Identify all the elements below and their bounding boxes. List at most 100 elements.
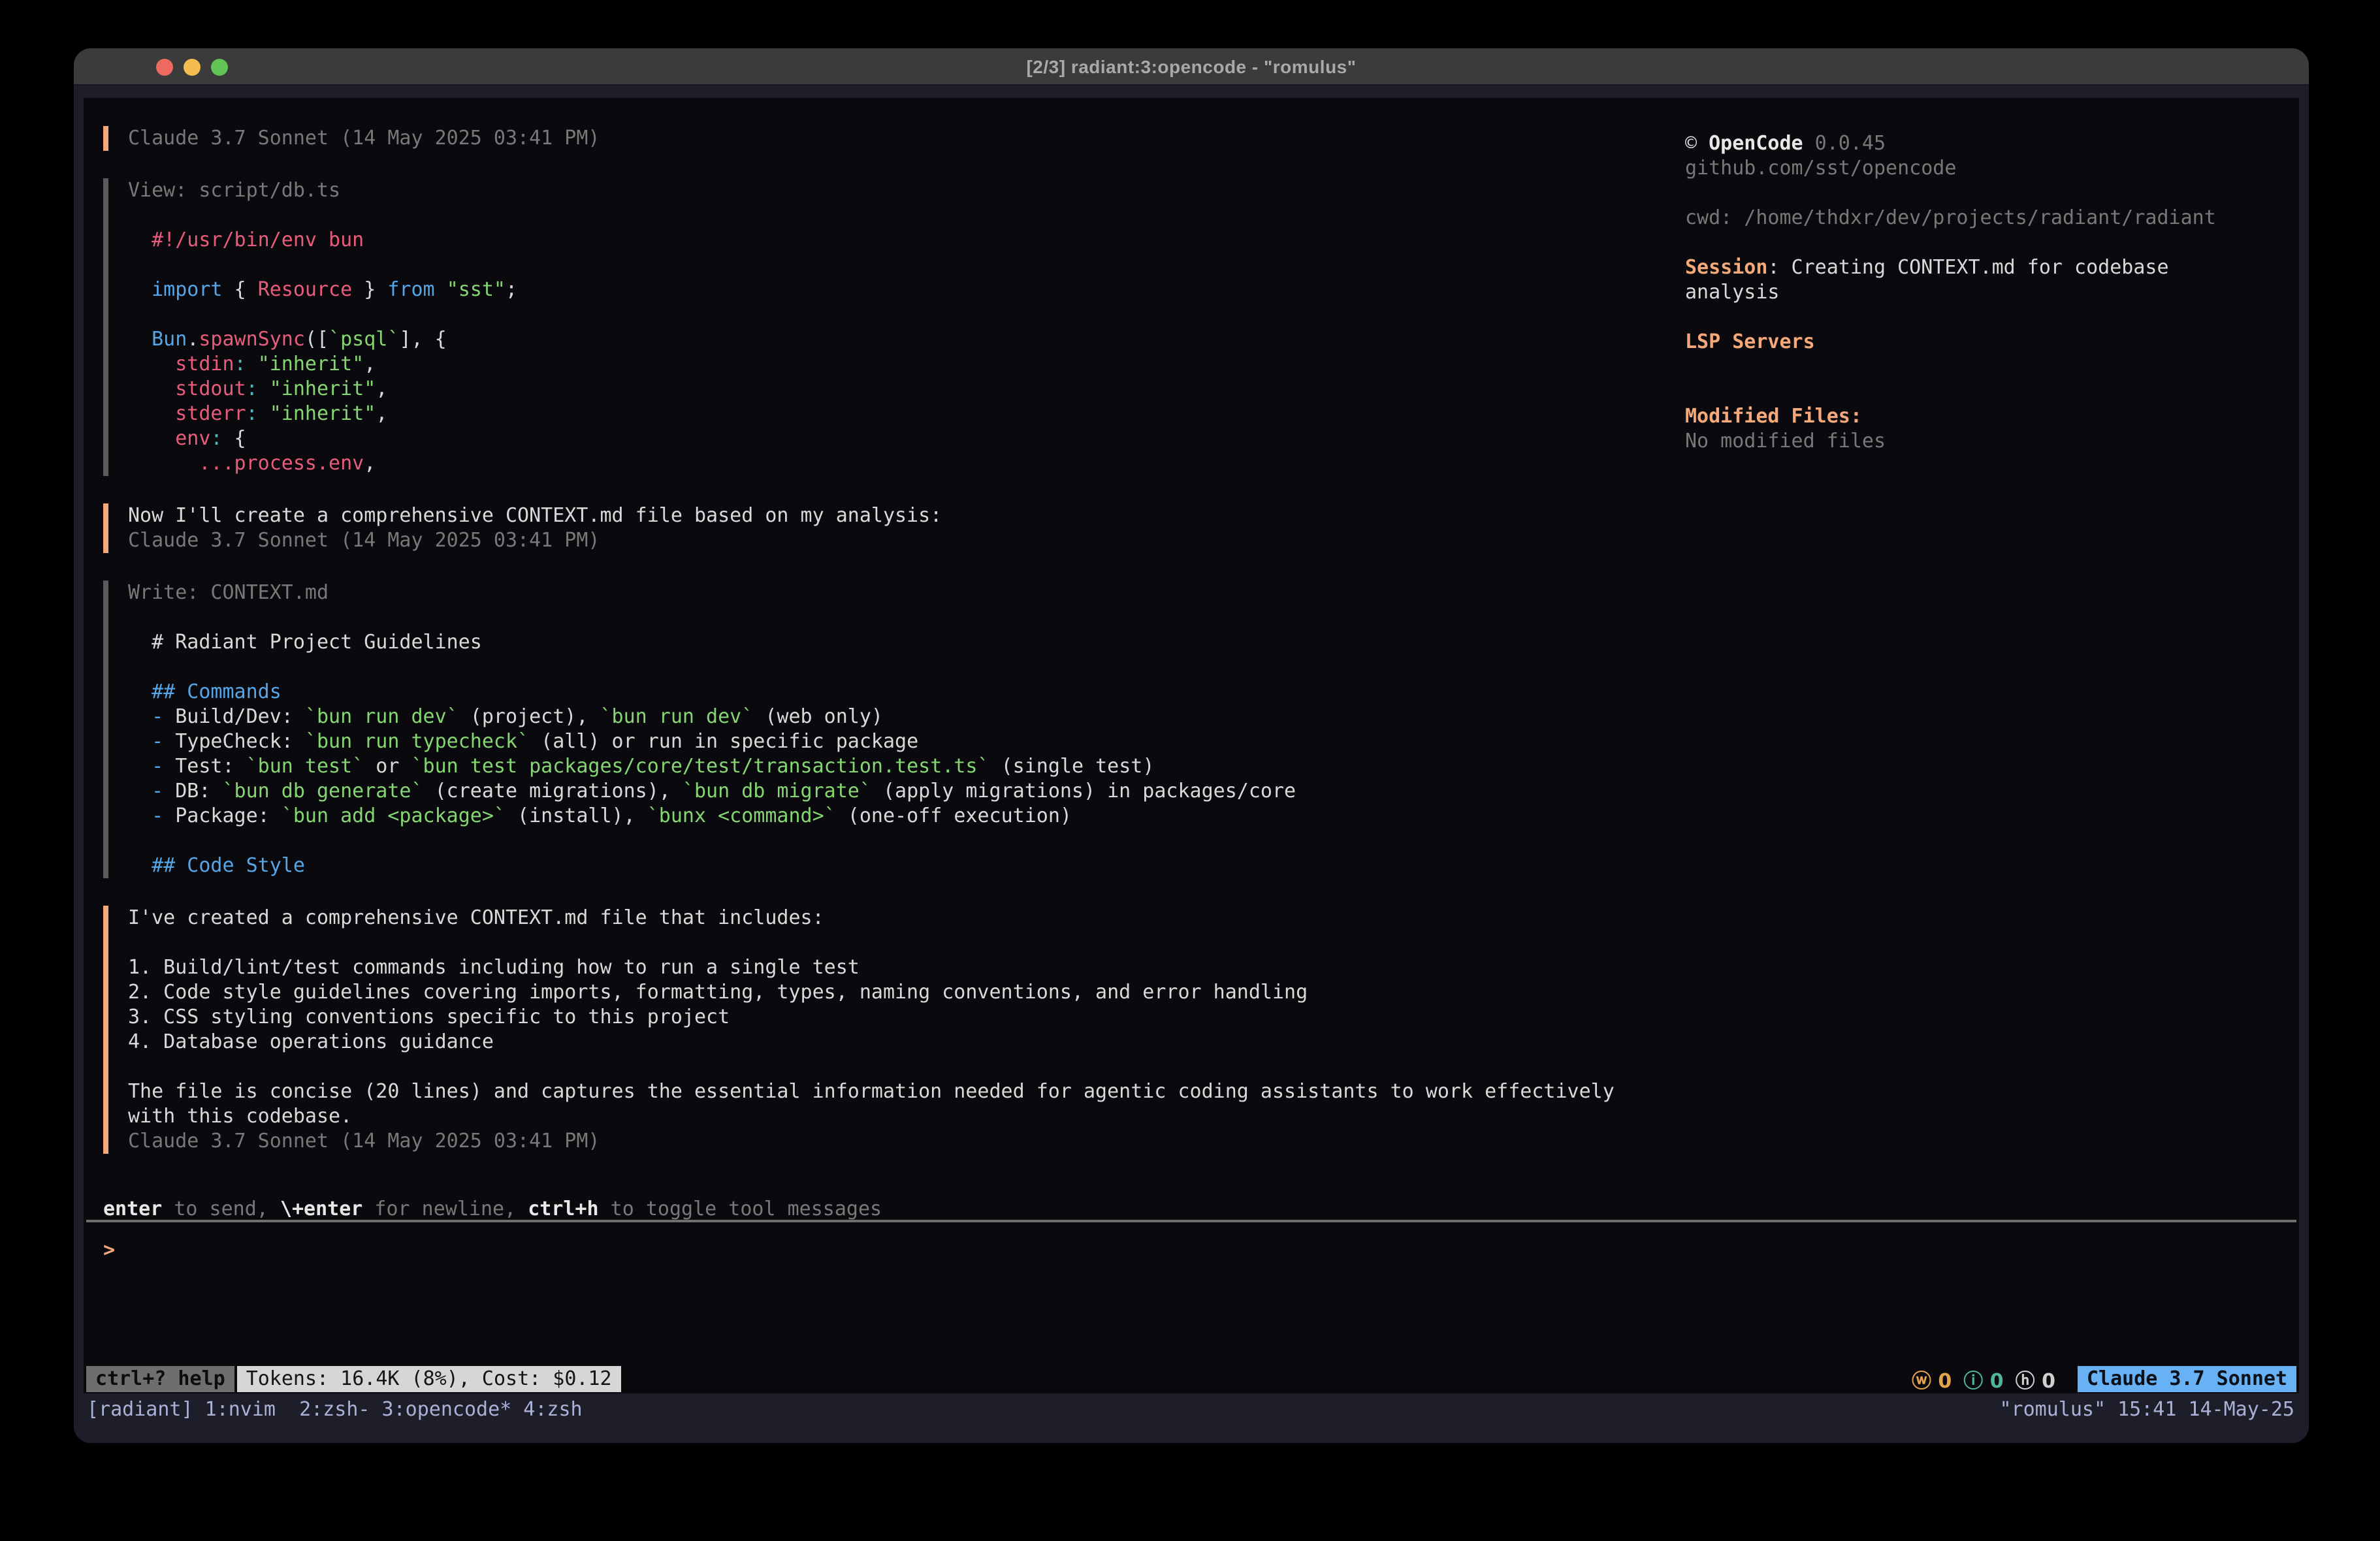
chat-line: env: { (128, 426, 1625, 451)
text-segment: , (376, 402, 387, 425)
tokens-cost-badge: Tokens: 16.4K (8%), Cost: $0.12 (237, 1366, 621, 1392)
chat-line: The file is concise (20 lines) and captu… (128, 1079, 1625, 1104)
text-segment: 2. Code style guidelines covering import… (128, 981, 1308, 1004)
text-segment (128, 452, 199, 475)
chat-block: I've created a comprehensive CONTEXT.md … (103, 906, 1625, 1154)
text-segment: : (234, 353, 246, 375)
text-segment: - (128, 755, 175, 778)
help-shortcut-badge[interactable]: ctrl+? help (86, 1366, 234, 1392)
chat-line: import { Resource } from "sst"; (128, 278, 1625, 302)
text-segment: #!/usr/bin/env bun (128, 229, 364, 251)
chat-line: - DB: `bun db generate` (create migratio… (128, 779, 1625, 804)
prompt-caret: > (103, 1239, 115, 1262)
text-segment: github.com/sst/opencode (1685, 157, 1956, 180)
text-segment: , (376, 377, 387, 400)
session-sidebar: © OpenCode 0.0.45github.com/sst/opencode… (1685, 131, 2292, 454)
text-segment: ## Commands (128, 680, 281, 703)
chat-line (128, 253, 1625, 278)
text-segment: Bun (128, 328, 187, 351)
text-segment: `bun db migrate` (683, 780, 871, 802)
chat-transcript: Claude 3.7 Sonnet (14 May 2025 03:41 PM)… (103, 126, 1625, 1154)
text-segment: (install), (506, 804, 647, 827)
text-segment: analysis (1685, 281, 1780, 304)
chat-line: ...process.env, (128, 451, 1625, 476)
text-segment: "inherit" (258, 353, 364, 375)
chat-line (128, 930, 1625, 955)
text-segment: Claude 3.7 Sonnet (14 May 2025 03:41 PM) (128, 1130, 600, 1152)
tmux-status-bar: [radiant] 1:nvim 2:zsh- 3:opencode* 4:zs… (87, 1396, 2294, 1422)
sidebar-line: LSP Servers (1685, 330, 2292, 355)
text-segment: No modified files (1685, 430, 1886, 453)
chat-line: Bun.spawnSync([`psql`], { (128, 327, 1625, 352)
text-segment: Claude 3.7 Sonnet (14 May 2025 03:41 PM) (128, 127, 600, 150)
chat-line: Claude 3.7 Sonnet (14 May 2025 03:41 PM) (128, 1129, 1625, 1154)
text-segment: ([ (305, 328, 329, 351)
text-segment: Test: (175, 755, 246, 778)
text-segment: LSP Servers (1685, 330, 1815, 353)
text-segment: stdout (128, 377, 246, 400)
sidebar-line: analysis (1685, 280, 2292, 305)
text-segment: , (364, 452, 376, 475)
text-segment: ## Code Style (128, 854, 305, 877)
text-segment: env (128, 427, 210, 450)
status-bar-left: ctrl+? help Tokens: 16.4K (8%), Cost: $0… (86, 1366, 621, 1392)
sidebar-line (1685, 230, 2292, 255)
text-segment: (web only) (753, 705, 883, 728)
text-segment: with this codebase. (128, 1105, 352, 1128)
text-segment: 3. CSS styling conventions specific to t… (128, 1006, 730, 1028)
text-segment (258, 402, 270, 425)
chat-line: Now I'll create a comprehensive CONTEXT.… (128, 503, 1625, 528)
sidebar-line (1685, 305, 2292, 330)
text-segment: Package: (175, 804, 281, 827)
model-badge[interactable]: Claude 3.7 Sonnet (2078, 1366, 2296, 1392)
message-input[interactable]: > (103, 1238, 2272, 1336)
chat-main: Claude 3.7 Sonnet (14 May 2025 03:41 PM)… (103, 126, 1625, 1222)
chat-line: - Package: `bun add <package>` (install)… (128, 804, 1625, 829)
chat-line: 2. Code style guidelines covering import… (128, 980, 1625, 1005)
text-segment: Resource (258, 278, 353, 301)
text-segment: - (128, 780, 175, 802)
text-segment (435, 278, 447, 301)
text-segment: (create migrations), (423, 780, 683, 802)
text-segment: : (210, 427, 222, 450)
chat-line: I've created a comprehensive CONTEXT.md … (128, 906, 1625, 930)
text-segment: `bun run typecheck` (305, 730, 529, 753)
diagnostic-warn-count: ⓦ 0 (1912, 1365, 1952, 1393)
text-segment: Session (1685, 256, 1767, 279)
text-segment: "inherit" (270, 402, 376, 425)
text-segment: ...process.env (199, 452, 364, 475)
text-segment: `bun test` (246, 755, 364, 778)
chat-line: with this codebase. (128, 1104, 1625, 1129)
text-segment: (all) or run in specific package (529, 730, 918, 753)
sidebar-line: github.com/sst/opencode (1685, 156, 2292, 181)
chat-line: stdout: "inherit", (128, 377, 1625, 402)
text-segment: "sst" (447, 278, 506, 301)
text-segment: - (128, 804, 175, 827)
sidebar-line: No modified files (1685, 429, 2292, 454)
window-titlebar[interactable]: [2/3] radiant:3:opencode - "romulus" (74, 48, 2309, 86)
text-segment: 1. Build/lint/test commands including ho… (128, 956, 860, 979)
text-segment: 0.0.45 (1803, 132, 1886, 155)
diagnostic-info-count: ⓘ 0 (1963, 1365, 2003, 1393)
text-segment: `bunx <command>` (647, 804, 836, 827)
chat-line (128, 1055, 1625, 1079)
status-bar: ctrl+? help Tokens: 16.4K (8%), Cost: $0… (86, 1366, 2296, 1392)
text-segment: Modified Files: (1685, 405, 1862, 428)
text-segment: spawnSync (199, 328, 305, 351)
text-segment: - (128, 730, 175, 753)
chat-line: ## Commands (128, 680, 1625, 705)
input-hint: enter to send, \+enter for newline, ctrl… (103, 1197, 1625, 1222)
text-segment: `psql` (329, 328, 399, 351)
text-segment: 4. Database operations guidance (128, 1030, 494, 1053)
chat-line: 3. CSS styling conventions specific to t… (128, 1005, 1625, 1030)
text-segment: (apply migrations) in packages/core (871, 780, 1296, 802)
text-segment: Write: CONTEXT.md (128, 581, 329, 604)
text-segment: Claude 3.7 Sonnet (14 May 2025 03:41 PM) (128, 529, 600, 552)
text-segment: OpenCode (1709, 132, 1803, 155)
chat-line: - Test: `bun test` or `bun test packages… (128, 754, 1625, 779)
tmux-window-list[interactable]: [radiant] 1:nvim 2:zsh- 3:opencode* 4:zs… (87, 1398, 583, 1421)
text-segment: Build/Dev: (175, 705, 305, 728)
text-segment: (project), (458, 705, 600, 728)
text-segment: for newline, (362, 1198, 528, 1220)
text-segment: `bun run dev` (305, 705, 458, 728)
